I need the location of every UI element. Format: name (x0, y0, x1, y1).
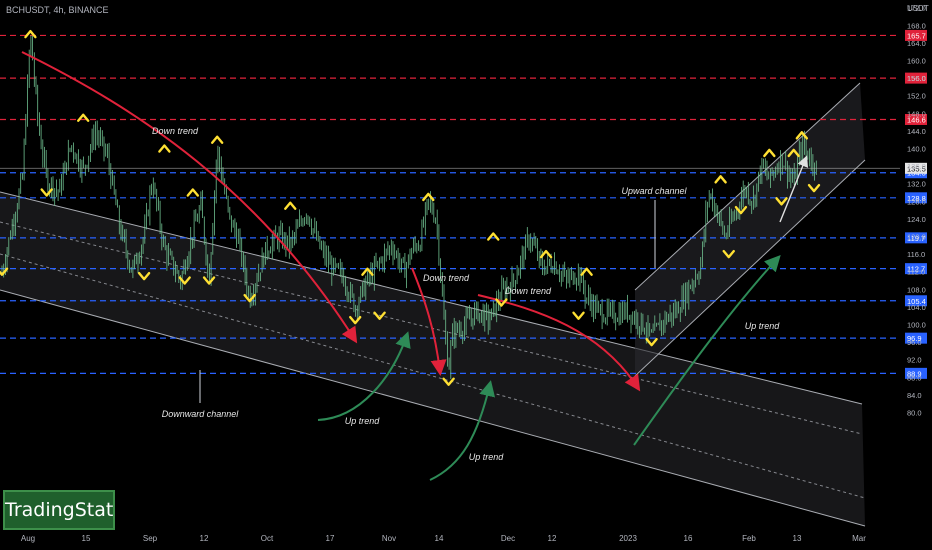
price-axis-tick: 112.0 (907, 268, 925, 277)
price-axis-tick: 80.0 (907, 409, 922, 418)
date-axis-tick: Sep (143, 534, 158, 543)
price-axis-tick: 108.0 (907, 285, 926, 294)
date-axis-tick: Dec (501, 534, 515, 543)
brand-logo: TradingStat (3, 490, 115, 530)
pivot-high-marker (210, 135, 224, 144)
chart-root: 165.7156.0146.6134.5128.8119.7112.7105.4… (0, 0, 932, 550)
price-axis-tick: 92.0 (907, 356, 922, 365)
price-axis-tick: 140.0 (907, 145, 926, 154)
price-axis-tick: 128.0 (907, 197, 926, 206)
date-axis-tick: Aug (21, 534, 35, 543)
price-axis-tick: 84.0 (907, 391, 922, 400)
price-axis-tick: 168.0 (907, 21, 926, 30)
date-axis-tick: 16 (684, 534, 693, 543)
down-trend-label: Down trend (423, 273, 470, 283)
pivot-high-marker (186, 188, 200, 197)
price-axis-tick: 152.0 (907, 92, 926, 101)
price-axis-tick: 136.0 (907, 162, 926, 171)
pivot-high-marker (763, 148, 776, 158)
price-axis-tick: 120.0 (907, 233, 926, 242)
price-axis-tick: 132.0 (907, 180, 926, 189)
pivot-high-marker (158, 144, 171, 153)
price-axis-tick: 104.0 (907, 303, 926, 312)
date-axis-tick: 12 (200, 534, 209, 543)
down-trend-label: Down trend (152, 126, 199, 136)
pivot-high-marker (284, 201, 297, 210)
price-axis-tick: 116.0 (907, 250, 925, 259)
pivot-low-marker (40, 188, 53, 197)
price-axis-tick: 100.0 (907, 321, 926, 330)
date-axis-tick: 15 (82, 534, 91, 543)
date-axis-tick: Mar (852, 534, 866, 543)
date-axis-tick: 12 (548, 534, 557, 543)
channel-label: Upward channel (621, 186, 687, 196)
price-axis-tick: 160.0 (907, 57, 926, 66)
date-axis-tick: 14 (435, 534, 444, 543)
upward-channel-area (635, 83, 865, 376)
up-trend-label: Up trend (469, 452, 505, 462)
date-axis-tick: 17 (326, 534, 335, 543)
date-axis-tick: 2023 (619, 534, 637, 543)
price-axis-tick: 148.0 (907, 109, 926, 118)
pivot-high-marker (580, 267, 593, 276)
price-axis-tick: 156.0 (907, 74, 926, 83)
currency-label: USDT (907, 4, 929, 13)
price-axis-tick: 144.0 (907, 127, 926, 136)
symbol-header[interactable]: BCHUSDT, 4h, BINANCE (6, 5, 109, 15)
pivot-low-marker (572, 311, 585, 320)
price-chart[interactable]: 165.7156.0146.6134.5128.8119.7112.7105.4… (0, 0, 932, 550)
date-axis-tick: Nov (382, 534, 396, 543)
channel-label: Downward channel (162, 409, 240, 419)
date-axis-tick: 13 (793, 534, 802, 543)
pivot-high-marker (714, 175, 727, 184)
pivot-high-marker (422, 192, 435, 202)
price-axis-tick: 164.0 (907, 39, 926, 48)
down-trend-label: Down trend (505, 286, 552, 296)
price-axis-tick: 124.0 (907, 215, 926, 224)
up-trend-label: Up trend (345, 416, 381, 426)
pivot-high-marker (24, 29, 37, 39)
date-axis-tick: Feb (742, 534, 756, 543)
price-axis-tick: 88.0 (907, 373, 922, 382)
pivot-high-marker (487, 232, 500, 241)
date-axis-tick: Oct (261, 534, 274, 543)
price-axis-tick: 96.0 (907, 338, 922, 347)
up-trend-label: Up trend (745, 321, 781, 331)
